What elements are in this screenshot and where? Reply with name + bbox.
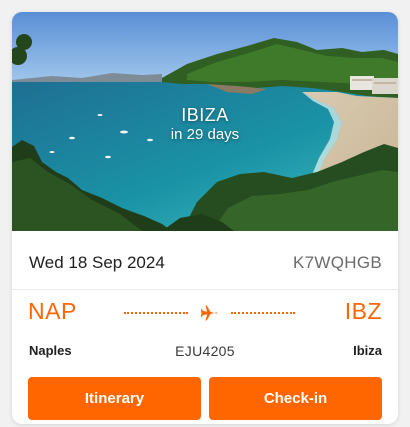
route-dotted-line (124, 312, 188, 314)
itinerary-button[interactable]: Itinerary (28, 377, 201, 420)
departure-date: Wed 18 Sep 2024 (29, 253, 165, 272)
airplane-icon (200, 305, 217, 321)
check-in-button[interactable]: Check-in (209, 377, 382, 420)
flight-number: EJU4205 (175, 343, 235, 359)
destination-name: IBIZA (181, 105, 229, 125)
booking-reference: K7WQHGB (292, 253, 382, 272)
trip-countdown: in 29 days (170, 126, 240, 143)
flight-card[interactable]: IBIZA in 29 days Wed 18 Sep 2024 K7WQHGB… (12, 12, 398, 424)
route-dotted-line (231, 312, 295, 314)
destination-city: Ibiza (353, 343, 382, 358)
destination-hero-image: IBIZA in 29 days (12, 12, 398, 231)
flight-details: Wed 18 Sep 2024 K7WQHGB NAP IBZ Naples E… (12, 231, 398, 424)
divider (12, 289, 398, 290)
destination-airport-code: IBZ (344, 298, 382, 324)
origin-airport-code: NAP (28, 298, 77, 324)
